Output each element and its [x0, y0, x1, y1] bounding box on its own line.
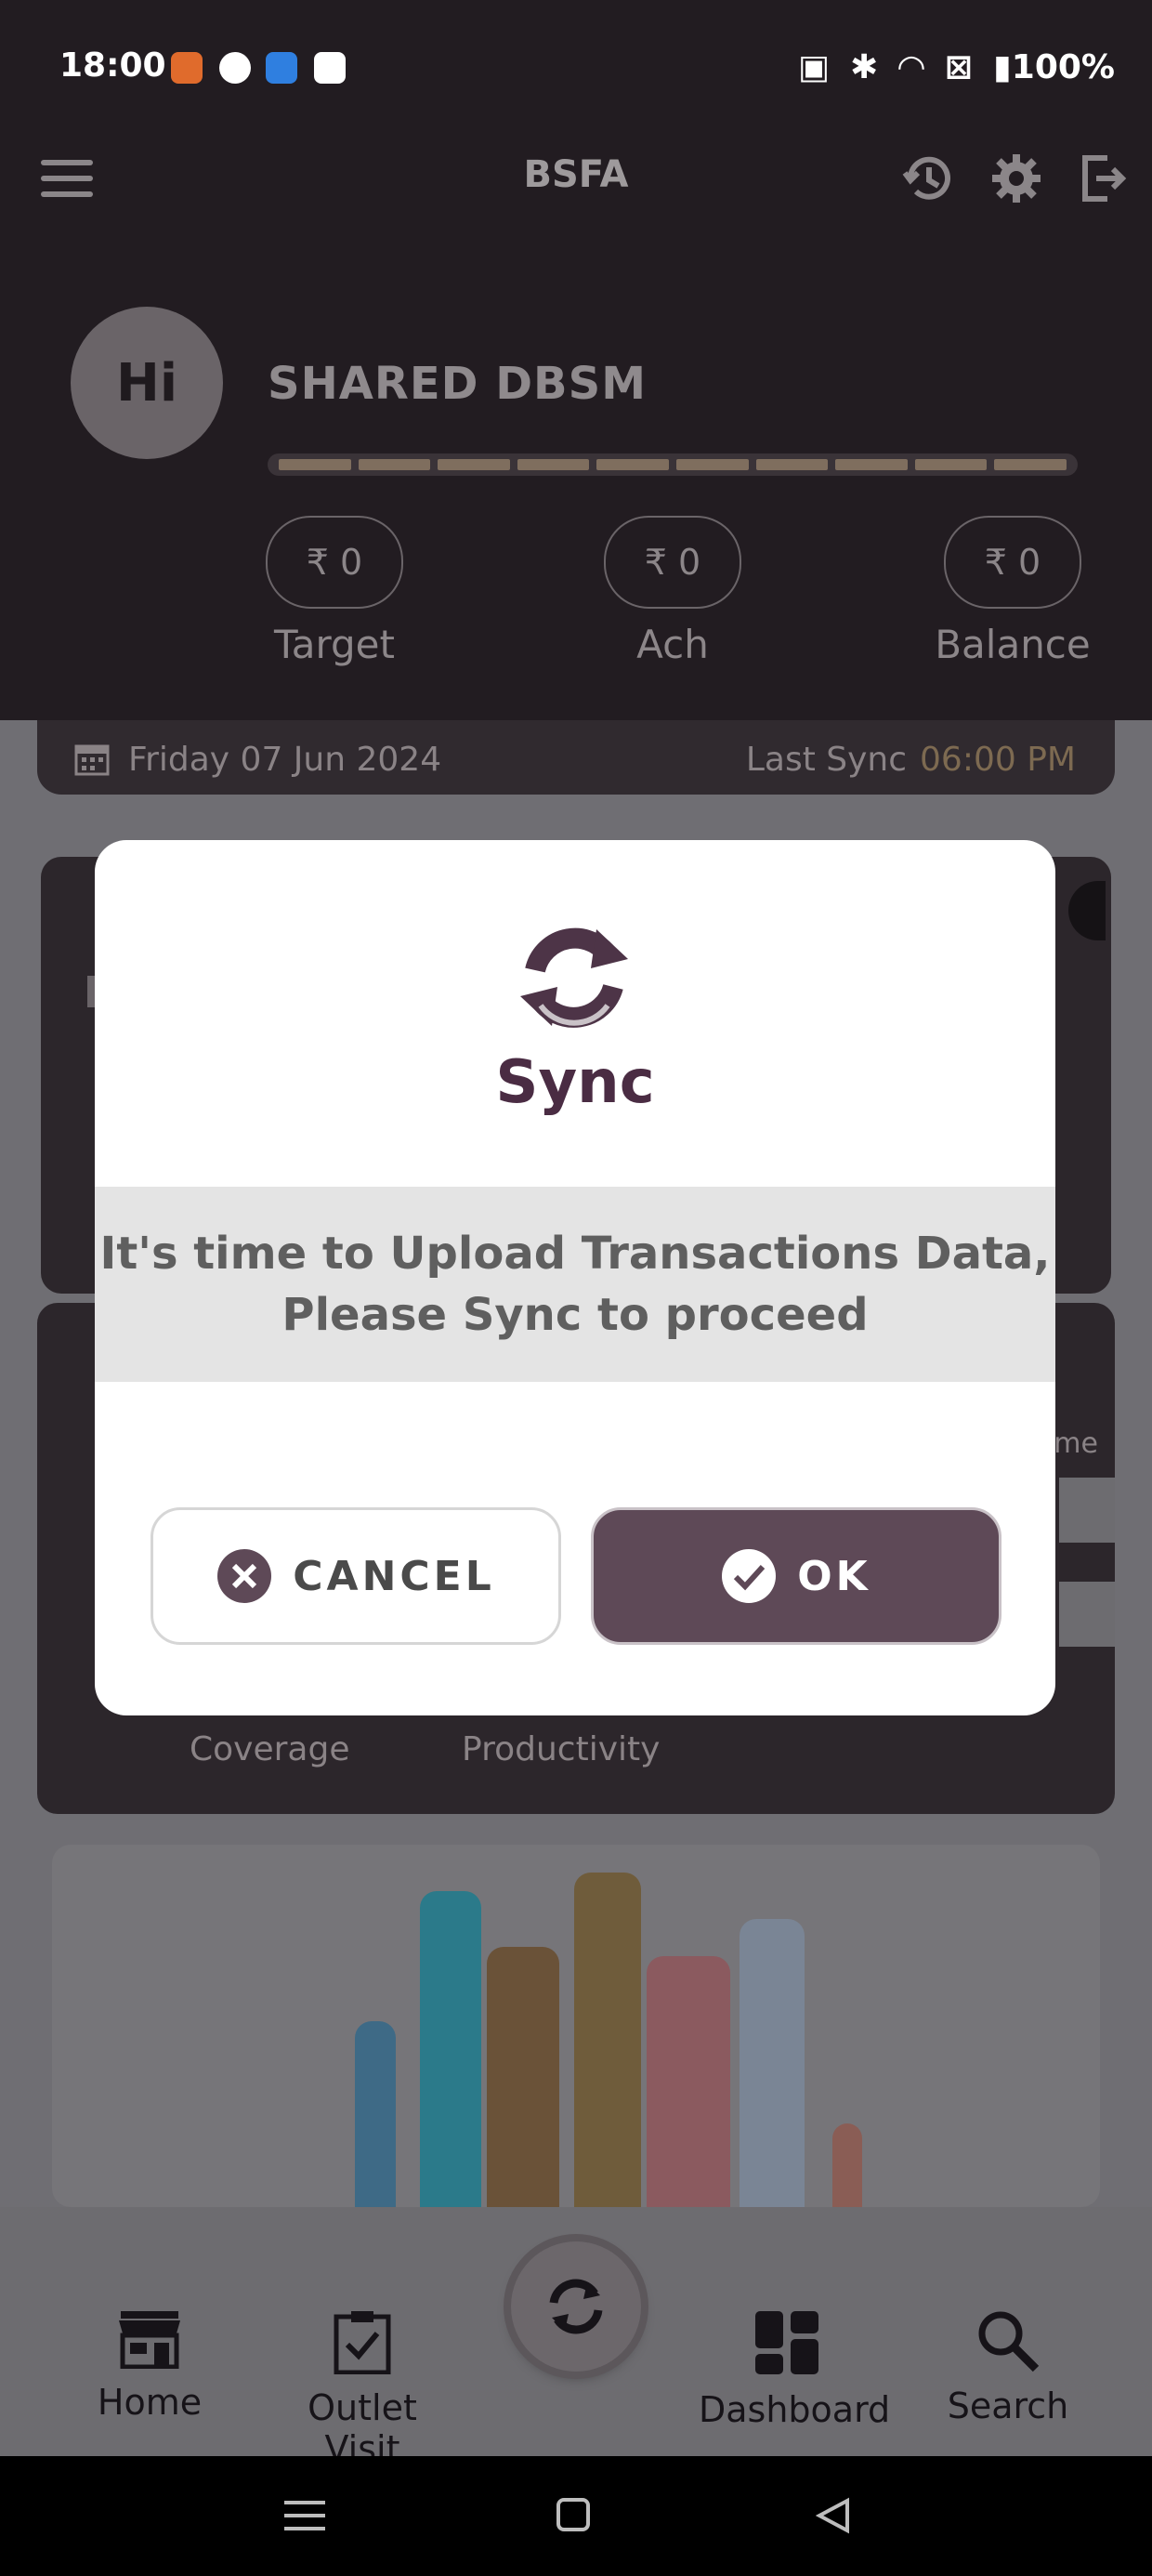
product-image [355, 2021, 396, 2207]
sync-fab-button[interactable] [511, 2241, 641, 2372]
status-right: ▣ ✱ ◠ ⊠ ▮100% [798, 48, 1115, 86]
dialog-message-line2: Please Sync to proceed [281, 1289, 869, 1341]
kpi-ach: ₹ 0 Ach [570, 516, 775, 667]
logout-icon[interactable] [1080, 154, 1128, 203]
dashboard-grid-icon [755, 2311, 818, 2374]
settings-icon[interactable] [990, 152, 1042, 204]
tab-coverage[interactable]: Coverage [190, 1730, 349, 1768]
nav-home-label: Home [97, 2382, 203, 2423]
clipboard-check-icon [334, 2311, 391, 2374]
recent-apps-icon[interactable] [284, 2499, 325, 2532]
tab-productivity[interactable]: Productivity [462, 1730, 660, 1768]
system-navigation-bar [0, 2456, 1152, 2576]
notification-app-icon [171, 52, 203, 84]
kpi-balance: ₹ 0 Balance [910, 516, 1115, 667]
last-sync-label: Last Sync [745, 741, 908, 779]
check-circle-icon [722, 1549, 777, 1603]
app-header-area: 18:00 ▣ ✱ ◠ ⊠ ▮100% BSFA Hi SHARED DBSM … [0, 0, 1152, 720]
nav-dashboard[interactable]: Dashboard [699, 2309, 891, 2430]
kpi-target-value: ₹ 0 [266, 516, 403, 609]
home-system-icon[interactable] [556, 2497, 591, 2532]
status-time: 18:00 [59, 46, 166, 85]
ok-button[interactable]: OK [591, 1507, 1001, 1645]
calendar-icon [74, 744, 110, 776]
kpi-target-label: Target [274, 622, 395, 667]
kpi-ach-label: Ach [636, 622, 709, 667]
dialog-message-line1: It's time to Upload Transactions Data, [99, 1228, 1051, 1280]
kpi-balance-value: ₹ 0 [944, 516, 1081, 609]
table-row [1059, 1582, 1115, 1647]
nav-search-label: Search [947, 2385, 1069, 2426]
status-bar: 18:00 ▣ ✱ ◠ ⊠ ▮100% [0, 0, 1152, 139]
battery-text: 100% [1011, 48, 1115, 86]
app-title: BSFA [523, 153, 629, 196]
close-circle-icon [217, 1549, 272, 1603]
sync-icon [520, 927, 628, 1028]
search-icon [978, 2311, 1040, 2372]
nav-home[interactable]: Home [80, 2309, 219, 2423]
card-toggle [1068, 881, 1106, 940]
store-icon [119, 2311, 180, 2369]
history-icon[interactable] [901, 152, 953, 204]
avatar: Hi [71, 307, 223, 459]
dialog-message: It's time to Upload Transactions Data, P… [95, 1187, 1055, 1382]
product-image [574, 1873, 641, 2207]
last-sync: Last Sync 06:00 PM [746, 741, 1076, 779]
battery-level: ▮100% [992, 48, 1115, 86]
last-sync-time: 06:00 PM [920, 741, 1076, 779]
bluetooth-icon: ✱ [849, 48, 879, 86]
product-banner[interactable] [52, 1845, 1100, 2207]
nav-search[interactable]: Search [938, 2309, 1078, 2426]
kpi-balance-label: Balance [935, 622, 1091, 667]
date-sync-bar: Friday 07 Jun 2024 Last Sync 06:00 PM [37, 720, 1115, 795]
product-image [740, 1919, 805, 2207]
target-progress-bar [268, 453, 1078, 476]
current-date: Friday 07 Jun 2024 [128, 741, 442, 779]
notification-face-icon [314, 52, 346, 84]
user-name: SHARED DBSM [268, 358, 647, 410]
product-image [487, 1947, 559, 2207]
nav-outlet-visit[interactable]: Outlet Visit [269, 2309, 455, 2469]
wifi-icon: ◠ [898, 48, 924, 86]
sync-icon [549, 2279, 603, 2334]
ok-button-label: OK [797, 1552, 871, 1600]
product-image [832, 2123, 862, 2207]
product-image [647, 1956, 730, 2207]
nfc-icon: ▣ [797, 48, 830, 86]
no-sim-icon: ⊠ [944, 48, 973, 86]
table-row [1059, 1478, 1115, 1543]
sync-dialog: Sync It's time to Upload Transactions Da… [95, 840, 1055, 1715]
dialog-title: Sync [495, 1048, 655, 1117]
notification-info-icon [219, 52, 251, 84]
kpi-target: ₹ 0 Target [232, 516, 437, 667]
cancel-button-label: CANCEL [293, 1552, 495, 1600]
notification-app-icon [266, 52, 297, 84]
back-system-icon[interactable] [816, 2497, 851, 2534]
nav-dashboard-label: Dashboard [699, 2389, 891, 2430]
cancel-button[interactable]: CANCEL [151, 1507, 561, 1645]
product-image [420, 1891, 481, 2207]
kpi-ach-value: ₹ 0 [604, 516, 741, 609]
